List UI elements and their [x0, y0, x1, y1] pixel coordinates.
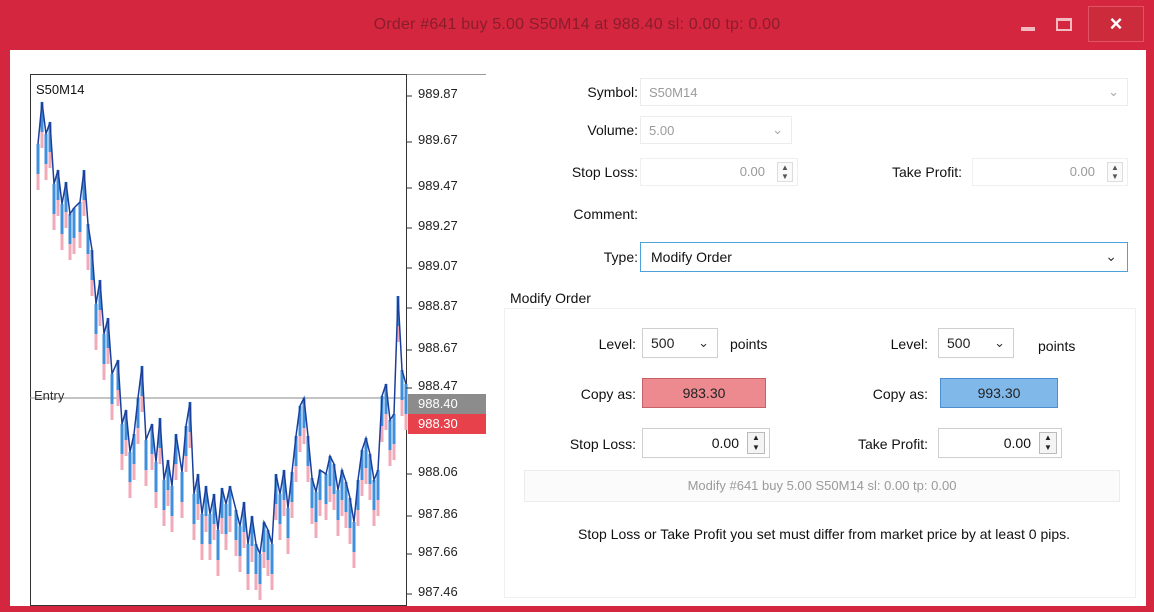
copy-stop-loss-button[interactable]: 983.30 [642, 378, 766, 408]
chevron-down-icon: ⌄ [772, 122, 783, 137]
sl-level-label: Level: [598, 336, 636, 352]
modify-stop-loss-value: 0.00 [711, 435, 739, 451]
price-axis-label: 989.07 [418, 258, 458, 273]
close-button[interactable]: × [1088, 6, 1144, 42]
tp-copy-as-label: Copy as: [872, 386, 928, 402]
price-axis-label: 989.67 [418, 132, 458, 147]
take-profit-value: 0.00 [1069, 164, 1095, 179]
window-title: Order #641 buy 5.00 S50M14 at 988.40 sl:… [373, 16, 781, 33]
minimize-button[interactable] [1010, 6, 1046, 42]
spinner-icon[interactable]: ▲ ▼ [777, 162, 793, 182]
copy-take-profit-button[interactable]: 993.30 [940, 378, 1058, 408]
spinner-icon[interactable]: ▲ ▼ [747, 432, 765, 454]
tick-chart: S50M14 Entry 989.87 989.67 989.47 989.27… [30, 74, 486, 606]
stop-loss-value: 0.00 [739, 164, 765, 179]
maximize-button[interactable] [1046, 6, 1082, 42]
title-bar[interactable]: Order #641 buy 5.00 S50M14 at 988.40 sl:… [0, 0, 1154, 50]
sl-level-select[interactable]: 500 ⌄ [642, 328, 718, 358]
price-axis-label: 989.87 [418, 86, 458, 101]
sl-level-value: 500 [651, 335, 675, 351]
tp-level-value: 500 [947, 335, 971, 351]
price-axis-label: 988.06 [418, 464, 458, 479]
maximize-icon [1056, 17, 1072, 31]
modify-take-profit-input[interactable]: 0.00 ▲ ▼ [938, 428, 1062, 458]
min-distance-warning: Stop Loss or Take Profit you set must di… [577, 526, 1071, 542]
sl-points-label: points [730, 336, 768, 352]
price-axis-label: 988.67 [418, 340, 458, 355]
dialog-body: S50M14 Entry 989.87 989.67 989.47 989.27… [10, 50, 1146, 606]
chart-symbol: S50M14 [36, 82, 85, 97]
sl-copy-as-label: Copy as: [580, 386, 636, 402]
price-axis-label: 988.87 [418, 298, 458, 313]
sl-stop-loss-label: Stop Loss: [569, 436, 636, 452]
take-profit-input[interactable]: 0.00 ▲ ▼ [972, 158, 1128, 186]
price-axis-label: 989.27 [418, 218, 458, 233]
price-axis-label: 987.86 [418, 506, 458, 521]
symbol-select[interactable]: S50M14 ⌄ [640, 78, 1128, 106]
stop-loss-label: Stop Loss: [571, 164, 638, 180]
spinner-icon[interactable]: ▲ ▼ [1107, 162, 1123, 182]
tp-level-select[interactable]: 500 ⌄ [938, 328, 1014, 358]
comment-label: Comment: [573, 206, 638, 222]
price-axis-label: 987.46 [418, 584, 458, 599]
order-window: Order #641 buy 5.00 S50M14 at 988.40 sl:… [0, 0, 1154, 612]
symbol-value: S50M14 [649, 85, 698, 100]
type-label: Type: [603, 249, 638, 265]
chevron-down-icon: ⌄ [698, 335, 709, 350]
stop-loss-input[interactable]: 0.00 ▲ ▼ [640, 158, 798, 186]
symbol-label: Symbol: [587, 84, 638, 100]
volume-value: 5.00 [649, 123, 675, 138]
entry-label: Entry [34, 388, 65, 403]
price-axis-label: 987.66 [418, 544, 458, 559]
type-select[interactable]: Modify Order ⌄ [640, 242, 1128, 272]
modify-stop-loss-input[interactable]: 0.00 ▲ ▼ [642, 428, 770, 458]
modify-take-profit-value: 0.00 [1003, 435, 1031, 451]
take-profit-label: Take Profit: [891, 164, 962, 180]
volume-label: Volume: [587, 122, 638, 138]
chevron-down-icon: ⌄ [1105, 248, 1117, 264]
tp-level-label: Level: [890, 336, 928, 352]
volume-select[interactable]: 5.00 ⌄ [640, 116, 792, 144]
spinner-icon[interactable]: ▲ ▼ [1039, 432, 1057, 454]
modify-order-group-title: Modify Order [510, 290, 591, 306]
modify-order-button[interactable]: Modify #641 buy 5.00 S50M14 sl: 0.00 tp:… [524, 470, 1120, 502]
price-axis-label: 989.47 [418, 178, 458, 193]
minimize-icon [1021, 27, 1035, 31]
tp-take-profit-label: Take Profit: [857, 436, 928, 452]
tp-points-label: points [1038, 338, 1076, 354]
close-icon: × [1109, 11, 1123, 36]
type-value: Modify Order [651, 249, 732, 265]
bid-price-tag: 988.30 [408, 414, 486, 434]
price-axis-label: 988.47 [418, 378, 458, 393]
chevron-down-icon: ⌄ [994, 335, 1005, 350]
ask-price-tag: 988.40 [408, 394, 486, 414]
order-form: Symbol: S50M14 ⌄ Volume: 5.00 ⌄ Stop Los… [496, 50, 1146, 606]
chevron-down-icon: ⌄ [1108, 84, 1119, 99]
